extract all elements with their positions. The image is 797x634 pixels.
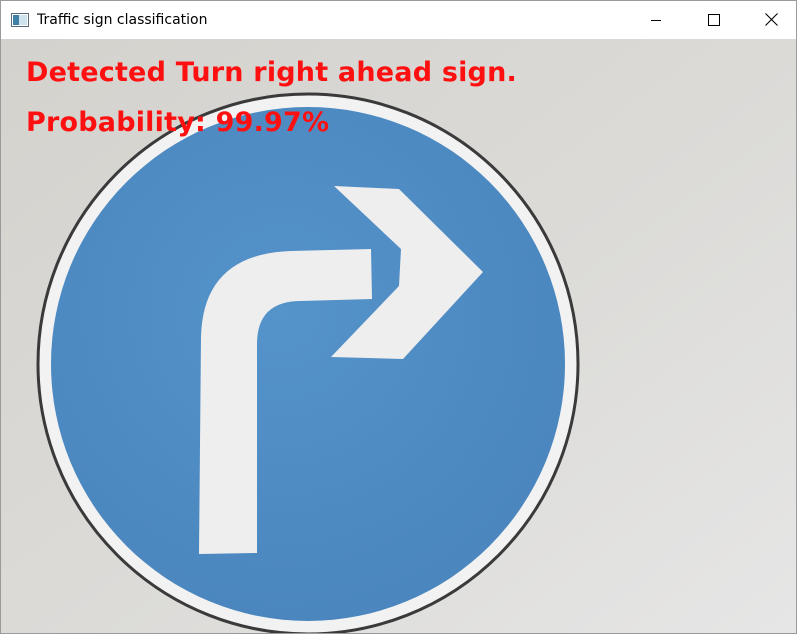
app-window: Traffic sign classification Detected Tur… [0, 0, 797, 634]
opencv-window-icon [11, 12, 29, 27]
camera-frame: Detected Turn right ahead sign. Probabil… [1, 39, 796, 633]
close-button[interactable] [742, 1, 796, 39]
detection-label: Detected Turn right ahead sign. [26, 57, 517, 88]
title-bar[interactable]: Traffic sign classification [1, 1, 796, 39]
minimize-button[interactable] [627, 1, 685, 39]
maximize-button[interactable] [685, 1, 743, 39]
probability-label: Probability: 99.97% [26, 107, 330, 138]
sign-blue-disc [51, 107, 565, 621]
maximize-icon [708, 11, 720, 30]
minimize-icon [650, 11, 662, 30]
close-icon [764, 11, 778, 30]
window-title: Traffic sign classification [37, 12, 208, 28]
